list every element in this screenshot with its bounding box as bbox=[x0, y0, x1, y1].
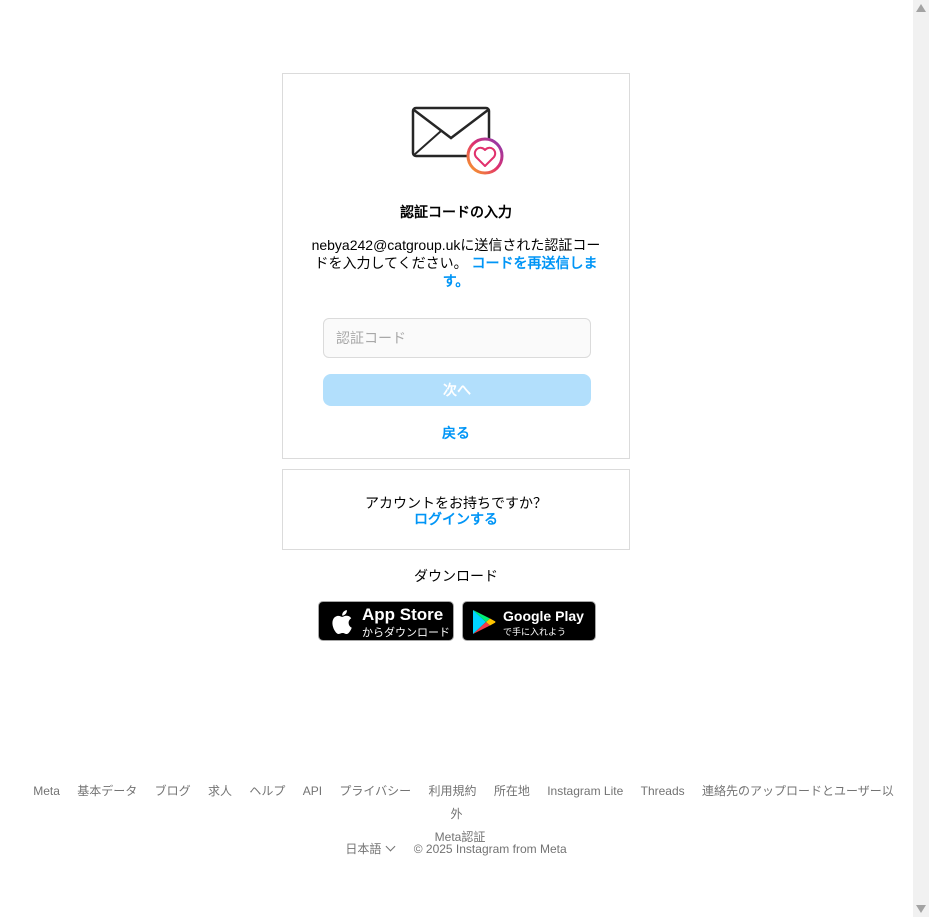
verification-code-input[interactable] bbox=[323, 318, 591, 358]
footer-link-help[interactable]: ヘルプ bbox=[249, 784, 285, 798]
login-link[interactable]: ログインする bbox=[283, 511, 629, 527]
page-title: 認証コードの入力 bbox=[400, 204, 512, 220]
chevron-down-icon bbox=[385, 841, 396, 852]
footer-link-jobs[interactable]: 求人 bbox=[208, 784, 232, 798]
back-link[interactable]: 戻る bbox=[283, 423, 629, 443]
language-label: 日本語 bbox=[345, 842, 382, 856]
verification-card: 認証コードの入力 nebya242@catgroup.ukに送信された認証コード… bbox=[282, 73, 630, 459]
app-store-subtitle: からダウンロード bbox=[362, 627, 450, 639]
footer-link-meta[interactable]: Meta bbox=[33, 784, 60, 798]
footer-bottom: 日本語 © 2025 Instagram from Meta bbox=[282, 840, 630, 857]
apple-icon bbox=[332, 610, 352, 635]
have-account-text: アカウントをお持ちですか？ bbox=[365, 495, 547, 511]
copyright-text: © 2025 Instagram from Meta bbox=[413, 842, 567, 856]
footer-links: Meta 基本データ ブログ 求人 ヘルプ API プライバシー 利用規約 所在… bbox=[20, 780, 900, 849]
app-store-title: App Store bbox=[362, 605, 444, 624]
footer-link-api[interactable]: API bbox=[303, 784, 322, 798]
scroll-up-arrow-icon[interactable] bbox=[916, 4, 926, 12]
page-scrollbar[interactable] bbox=[913, 0, 929, 917]
google-play-subtitle: で手に入れよう bbox=[503, 627, 567, 637]
login-prompt: アカウントをお持ちですか？ ログインする bbox=[283, 495, 629, 527]
verification-description: nebya242@catgroup.ukに送信された認証コードを入力してください… bbox=[311, 236, 601, 290]
footer-link-blog[interactable]: ブログ bbox=[155, 784, 191, 798]
google-play-badge[interactable]: Google Play で手に入れよう bbox=[462, 601, 596, 641]
google-play-icon bbox=[473, 610, 496, 634]
envelope-heart-icon bbox=[411, 106, 504, 175]
footer-link-instagram-lite[interactable]: Instagram Lite bbox=[547, 784, 623, 798]
footer-link-privacy[interactable]: プライバシー bbox=[339, 784, 411, 798]
language-selector[interactable]: 日本語 bbox=[345, 841, 396, 856]
app-store-badge[interactable]: App Store からダウンロード bbox=[318, 601, 454, 641]
scroll-down-arrow-icon[interactable] bbox=[916, 905, 926, 913]
download-label: ダウンロード bbox=[414, 568, 498, 584]
footer-link-locations[interactable]: 所在地 bbox=[494, 784, 530, 798]
footer-link-threads[interactable]: Threads bbox=[641, 784, 685, 798]
login-card: アカウントをお持ちですか？ ログインする bbox=[282, 469, 630, 550]
next-button[interactable]: 次へ bbox=[323, 374, 591, 406]
google-play-title: Google Play bbox=[503, 608, 584, 624]
footer-link-terms[interactable]: 利用規約 bbox=[429, 784, 477, 798]
footer-link-about[interactable]: 基本データ bbox=[77, 784, 137, 798]
